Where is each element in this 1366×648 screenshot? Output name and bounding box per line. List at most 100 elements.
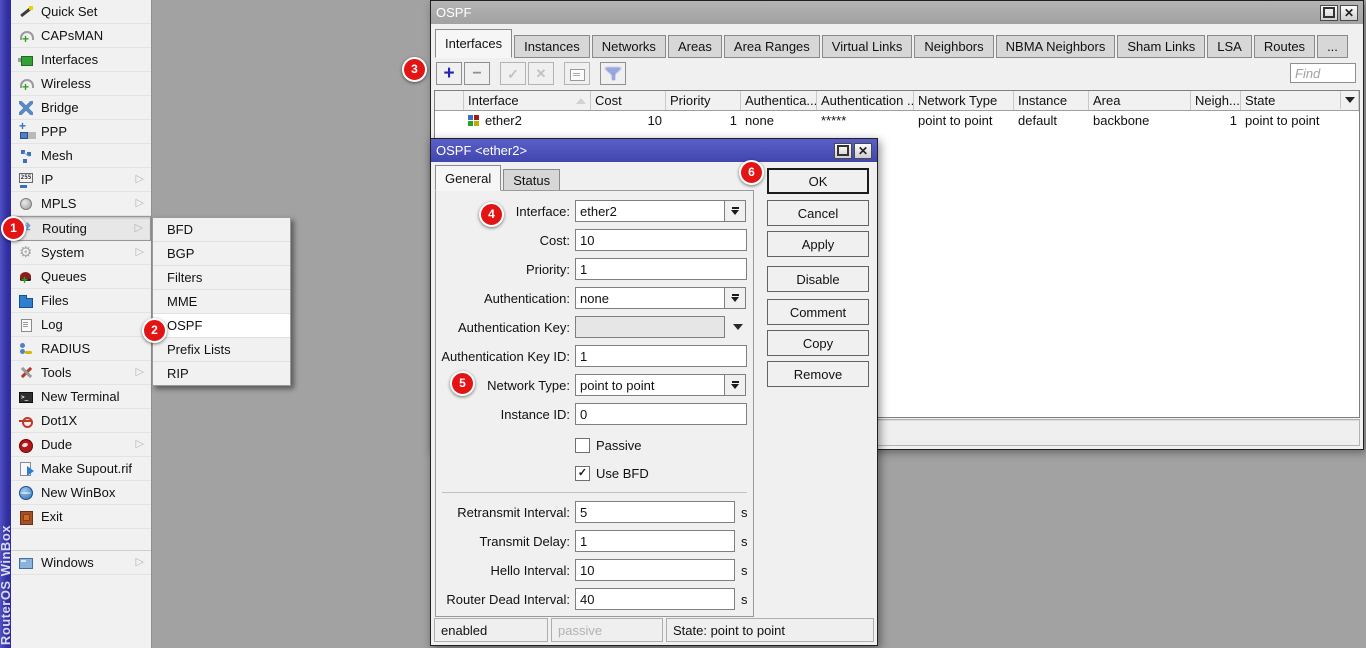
tools-icon — [18, 365, 34, 381]
find-input[interactable] — [1290, 63, 1356, 83]
sidebar-item-make-supout[interactable]: Make Supout.rif — [11, 457, 151, 481]
table-row-ether2[interactable]: ether2 10 1 none ***** point to point de… — [435, 111, 1359, 130]
col-neighbors[interactable]: Neigh... — [1191, 91, 1241, 110]
tab-virtual-links[interactable]: Virtual Links — [822, 35, 913, 58]
authentication-key-id-input[interactable] — [575, 345, 747, 367]
submenu-item-rip[interactable]: RIP — [153, 362, 290, 385]
sidebar-item-new-terminal[interactable]: New Terminal — [11, 385, 151, 409]
tab-general[interactable]: General — [435, 165, 501, 191]
sidebar-item-radius[interactable]: RADIUS — [11, 337, 151, 361]
use-bfd-checkbox[interactable]: ✓ — [575, 466, 590, 481]
tab-more[interactable]: ... — [1317, 35, 1348, 58]
sidebar-item-dot1x[interactable]: Dot1X — [11, 409, 151, 433]
close-button[interactable]: ✕ — [1340, 5, 1358, 21]
dropdown-arrow-icon[interactable] — [725, 200, 746, 222]
tab-networks[interactable]: Networks — [592, 35, 666, 58]
authentication-key-input[interactable] — [575, 316, 725, 338]
sidebar-item-mpls[interactable]: MPLS▷ — [11, 192, 151, 216]
cancel-button[interactable]: Cancel — [767, 200, 869, 226]
tab-sham-links[interactable]: Sham Links — [1117, 35, 1205, 58]
sidebar-item-routing[interactable]: Routing▷ — [11, 216, 151, 241]
dropdown-arrow-icon[interactable] — [725, 287, 746, 309]
dropdown-arrow-icon[interactable] — [733, 324, 743, 330]
tab-lsa[interactable]: LSA — [1207, 35, 1252, 58]
passive-checkbox[interactable] — [575, 438, 590, 453]
tab-neighbors[interactable]: Neighbors — [914, 35, 993, 58]
close-button[interactable]: ✕ — [854, 143, 872, 159]
ok-button[interactable]: OK — [767, 168, 869, 194]
sidebar-item-mesh[interactable]: Mesh — [11, 144, 151, 168]
authentication-combo[interactable] — [575, 287, 725, 309]
interface-combo[interactable] — [575, 200, 725, 222]
submenu-item-bfd[interactable]: BFD — [153, 218, 290, 242]
maximize-button[interactable] — [1320, 5, 1338, 21]
col-priority[interactable]: Priority — [666, 91, 741, 110]
annotation-marker-1: 1 — [1, 216, 26, 241]
retransmit-interval-input[interactable] — [575, 501, 735, 523]
tab-instances[interactable]: Instances — [514, 35, 590, 58]
comment-button[interactable]: Comment — [767, 299, 869, 325]
annotation-marker-3: 3 — [402, 57, 427, 82]
remove-button[interactable] — [464, 62, 490, 85]
sidebar-item-dude[interactable]: Dude▷ — [11, 433, 151, 457]
col-authentication[interactable]: Authentica... — [741, 91, 817, 110]
sidebar-item-ip[interactable]: IP▷ — [11, 168, 151, 192]
disable-button[interactable]: Disable — [767, 266, 869, 292]
sidebar-item-ppp[interactable]: PPP — [11, 120, 151, 144]
col-network-type[interactable]: Network Type — [914, 91, 1014, 110]
disable-button[interactable] — [528, 62, 554, 85]
dropdown-arrow-icon[interactable] — [725, 374, 746, 396]
dialog-titlebar[interactable]: OSPF <ether2> ✕ — [431, 139, 877, 162]
sidebar-item-queues[interactable]: Queues — [11, 265, 151, 289]
cost-input[interactable] — [575, 229, 747, 251]
sidebar-item-new-winbox[interactable]: New WinBox — [11, 481, 151, 505]
submenu-arrow-icon: ▷ — [136, 437, 144, 450]
column-menu-button[interactable] — [1340, 91, 1359, 109]
sidebar-item-capsman[interactable]: CAPsMAN — [11, 24, 151, 48]
col-flags[interactable] — [435, 91, 464, 110]
col-authentication-key[interactable]: Authentication ... — [817, 91, 914, 110]
sidebar-item-exit[interactable]: Exit — [11, 505, 151, 529]
sidebar-item-log[interactable]: Log — [11, 313, 151, 337]
submenu-item-bgp[interactable]: BGP — [153, 242, 290, 266]
sidebar-item-wireless[interactable]: Wireless — [11, 72, 151, 96]
col-cost[interactable]: Cost — [591, 91, 666, 110]
sidebar-item-files[interactable]: Files — [11, 289, 151, 313]
copy-button[interactable]: Copy — [767, 330, 869, 356]
submenu-item-ospf[interactable]: OSPF — [153, 314, 290, 338]
sidebar-item-bridge[interactable]: Bridge — [11, 96, 151, 120]
priority-input[interactable] — [575, 258, 747, 280]
submenu-item-filters[interactable]: Filters — [153, 266, 290, 290]
remove-button[interactable]: Remove — [767, 361, 869, 387]
tab-areas[interactable]: Areas — [668, 35, 722, 58]
seconds-suffix: s — [741, 592, 748, 607]
tab-status[interactable]: Status — [503, 169, 560, 191]
tab-area-ranges[interactable]: Area Ranges — [724, 35, 820, 58]
router-dead-interval-input[interactable] — [575, 588, 735, 610]
sidebar-item-windows[interactable]: Windows▷ — [11, 551, 151, 575]
ospf-window-titlebar[interactable]: OSPF ✕ — [431, 1, 1363, 24]
sidebar-item-quick-set[interactable]: Quick Set — [11, 0, 151, 24]
col-instance[interactable]: Instance — [1014, 91, 1089, 110]
instance-id-input[interactable] — [575, 403, 747, 425]
col-interface[interactable]: Interface — [464, 91, 591, 110]
tab-routes[interactable]: Routes — [1254, 35, 1315, 58]
filter-button[interactable] — [600, 62, 626, 85]
sidebar-item-interfaces[interactable]: Interfaces — [11, 48, 151, 72]
comment-button[interactable] — [564, 62, 590, 85]
add-button[interactable] — [436, 62, 462, 85]
submenu-item-mme[interactable]: MME — [153, 290, 290, 314]
apply-button[interactable]: Apply — [767, 231, 869, 257]
maximize-button[interactable] — [834, 143, 852, 159]
tab-nbma-neighbors[interactable]: NBMA Neighbors — [996, 35, 1116, 58]
sidebar-item-system[interactable]: System▷ — [11, 241, 151, 265]
col-area[interactable]: Area — [1089, 91, 1191, 110]
hello-interval-input[interactable] — [575, 559, 735, 581]
submenu-item-prefix-lists[interactable]: Prefix Lists — [153, 338, 290, 362]
transmit-delay-input[interactable] — [575, 530, 735, 552]
enable-button[interactable] — [500, 62, 526, 85]
sidebar-item-tools[interactable]: Tools▷ — [11, 361, 151, 385]
network-type-combo[interactable] — [575, 374, 725, 396]
submenu-arrow-icon: ▷ — [136, 365, 144, 378]
tab-interfaces[interactable]: Interfaces — [435, 29, 512, 58]
